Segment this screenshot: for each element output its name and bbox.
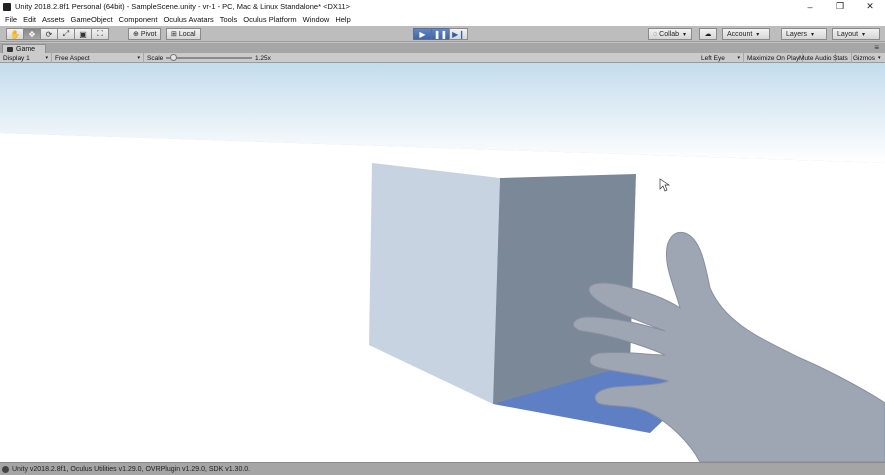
stats-toggle[interactable]: Stats bbox=[830, 53, 852, 63]
panel-menu-icon[interactable]: ≡ bbox=[874, 43, 879, 52]
layers-label: Layers bbox=[786, 30, 808, 38]
scale-tool-icon[interactable]: ⤢ bbox=[57, 28, 75, 40]
play-button[interactable]: ▶ bbox=[413, 28, 432, 40]
pivot-label: Pivot bbox=[140, 30, 157, 38]
cloud-icon: ☁ bbox=[704, 31, 712, 38]
account-dropdown[interactable]: Account ▾ bbox=[722, 28, 770, 40]
menu-edit[interactable]: Edit bbox=[20, 15, 39, 24]
game-toolbar: Display 1 ▾ Free Aspect ▾ Scale 1.25x Le… bbox=[0, 53, 885, 63]
menu-oculus-avatars[interactable]: Oculus Avatars bbox=[160, 15, 216, 24]
menu-tools[interactable]: Tools bbox=[217, 15, 241, 24]
title-bar: Unity 2018.2.8f1 Personal (64bit) - Samp… bbox=[0, 0, 885, 13]
game-scene bbox=[0, 63, 885, 462]
chevron-down-icon: ▾ bbox=[137, 55, 140, 61]
gizmos-dropdown[interactable]: Gizmos ▾ bbox=[850, 53, 884, 63]
collab-icon: ◌ bbox=[653, 30, 658, 38]
local-icon: ⊞ bbox=[171, 31, 177, 38]
tab-game-label: Game bbox=[16, 45, 36, 53]
local-toggle[interactable]: ⊞ Local bbox=[166, 28, 201, 40]
tab-game[interactable]: Game bbox=[2, 44, 47, 53]
main-toolbar: ✋ ✥ ⟳ ⤢ ▣ ⛶ ⊕ Pivot ⊞ Local ▶ ❚❚ ▶❙ ◌ Co… bbox=[0, 26, 885, 42]
pivot-icon: ⊕ bbox=[133, 31, 139, 38]
maximize-on-play-toggle[interactable]: Maximize On Play bbox=[744, 53, 804, 63]
status-bar: Unity v2018.2.8f1, Oculus Utilities v1.2… bbox=[0, 462, 885, 475]
step-button[interactable]: ▶❙ bbox=[449, 28, 468, 40]
move-tool-icon[interactable]: ✥ bbox=[23, 28, 41, 40]
game-tab-bar: Game ≡ bbox=[0, 43, 885, 53]
menu-help[interactable]: Help bbox=[332, 15, 353, 24]
display-label: Display 1 bbox=[3, 54, 30, 62]
menu-bar: File Edit Assets GameObject Component Oc… bbox=[0, 13, 885, 26]
menu-file[interactable]: File bbox=[2, 15, 20, 24]
chevron-down-icon: ▾ bbox=[811, 31, 815, 38]
scale-slider-knob[interactable] bbox=[169, 54, 177, 61]
aspect-dropdown[interactable]: Free Aspect ▾ bbox=[52, 53, 144, 63]
close-button[interactable]: ✕ bbox=[855, 0, 885, 13]
menu-window[interactable]: Window bbox=[300, 15, 333, 24]
menu-component[interactable]: Component bbox=[116, 15, 161, 24]
scale-slider[interactable] bbox=[166, 57, 252, 59]
local-label: Local bbox=[178, 30, 196, 38]
window-controls: – ❐ ✕ bbox=[795, 0, 885, 13]
chevron-down-icon: ▾ bbox=[878, 55, 881, 61]
rotate-tool-icon[interactable]: ⟳ bbox=[40, 28, 58, 40]
transform-tools: ✋ ✥ ⟳ ⤢ ▣ ⛶ bbox=[6, 28, 109, 40]
playback-controls: ▶ ❚❚ ▶❙ bbox=[413, 28, 468, 40]
display-dropdown[interactable]: Display 1 ▾ bbox=[0, 53, 52, 63]
chevron-down-icon: ▾ bbox=[45, 55, 48, 61]
pivot-toggle[interactable]: ⊕ Pivot bbox=[128, 28, 162, 40]
eye-label: Left Eye bbox=[701, 54, 725, 62]
pause-button[interactable]: ❚❚ bbox=[431, 28, 450, 40]
chevron-down-icon: ▾ bbox=[756, 31, 760, 38]
layers-dropdown[interactable]: Layers ▾ bbox=[781, 28, 827, 40]
layout-dropdown[interactable]: Layout ▾ bbox=[832, 28, 880, 40]
eye-dropdown[interactable]: Left Eye ▾ bbox=[698, 53, 744, 63]
transform-tool-icon[interactable]: ⛶ bbox=[91, 28, 109, 40]
collab-dropdown[interactable]: ◌ Collab ▾ bbox=[648, 28, 692, 40]
gizmos-label: Gizmos bbox=[853, 54, 876, 62]
unity-logo-icon bbox=[3, 2, 11, 11]
scale-label: Scale bbox=[147, 54, 164, 62]
collab-label: Collab bbox=[659, 30, 680, 38]
chevron-down-icon: ▾ bbox=[862, 31, 866, 38]
game-controller-icon bbox=[7, 46, 13, 52]
aspect-label: Free Aspect bbox=[55, 54, 90, 62]
chevron-down-icon: ▾ bbox=[683, 31, 687, 38]
layout-label: Layout bbox=[837, 30, 859, 38]
cloud-button[interactable]: ☁ bbox=[699, 28, 717, 40]
rect-tool-icon[interactable]: ▣ bbox=[74, 28, 92, 40]
game-viewport[interactable] bbox=[0, 63, 885, 462]
chevron-down-icon: ▾ bbox=[737, 55, 740, 61]
info-icon bbox=[2, 465, 9, 473]
menu-assets[interactable]: Assets bbox=[39, 15, 68, 24]
hand-tool-icon[interactable]: ✋ bbox=[6, 28, 24, 40]
menu-oculus-platform[interactable]: Oculus Platform bbox=[240, 15, 299, 24]
account-label: Account bbox=[727, 30, 753, 38]
maximize-button[interactable]: ❐ bbox=[825, 0, 855, 13]
scale-value: 1.25x bbox=[255, 54, 271, 62]
minimize-button[interactable]: – bbox=[795, 0, 825, 13]
window-title: Unity 2018.2.8f1 Personal (64bit) - Samp… bbox=[15, 2, 351, 11]
menu-gameobject[interactable]: GameObject bbox=[68, 15, 116, 24]
status-text: Unity v2018.2.8f1, Oculus Utilities v1.2… bbox=[12, 465, 251, 473]
